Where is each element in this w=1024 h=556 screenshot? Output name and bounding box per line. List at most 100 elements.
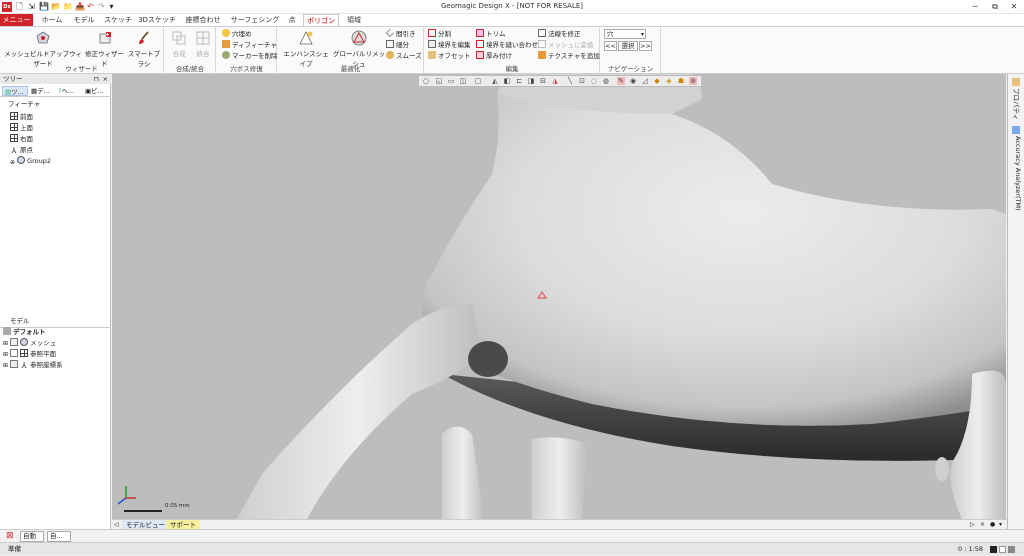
- rectangle-select-icon[interactable]: ⊡: [578, 77, 586, 85]
- tab-point[interactable]: 点: [284, 14, 300, 26]
- tab-help[interactable]: ?ヘ...: [56, 86, 82, 96]
- tree-item-ref-planes[interactable]: ⊞ 参照平面: [3, 349, 56, 360]
- decimate-button[interactable]: 間引き: [386, 29, 416, 39]
- tree-item-front[interactable]: 前面: [10, 112, 33, 122]
- tree-item-default[interactable]: デフォルト: [3, 327, 46, 337]
- stitch-boundaries-icon: [476, 40, 484, 48]
- tree-item-group2[interactable]: ⊕ Group2: [10, 156, 51, 166]
- polygon-select-icon[interactable]: ◍: [602, 77, 610, 85]
- mesh-lower-leg-left: [442, 426, 484, 519]
- extend-select-icon[interactable]: ◆: [653, 77, 661, 85]
- tab-properties[interactable]: プロパティ: [1012, 88, 1022, 120]
- edit-group: 分割 境界を編集 オフセット トリム 境界を縫い合わせ 厚み付け 法線を修正 メ…: [425, 27, 600, 74]
- merge-button[interactable]: 統合: [192, 30, 214, 58]
- tab-model[interactable]: モデル: [70, 14, 98, 26]
- view-gray-icon[interactable]: [1008, 546, 1015, 553]
- axis-triad-icon: [117, 486, 136, 505]
- tree-panel: ツリー ⊓ × ▤ツ... ▦デ... ?ヘ... ▣ビ... フィーチャ 前面…: [0, 74, 111, 529]
- split-button[interactable]: 分割: [428, 29, 451, 39]
- subdivide-button[interactable]: 細分: [386, 40, 409, 50]
- clipping-icon[interactable]: ⊏: [515, 77, 523, 85]
- model-viewport[interactable]: 0.05 mm: [112, 74, 1006, 519]
- tab-display[interactable]: ▦デ...: [29, 86, 55, 96]
- hole-repair-group-label: 穴ボス修復: [230, 65, 263, 73]
- select-through-icon[interactable]: ⊚: [689, 77, 697, 85]
- reference-icon[interactable]: ⊟: [539, 77, 547, 85]
- paint-select-icon[interactable]: ◉: [629, 77, 637, 85]
- display-mode-select[interactable]: 自...: [47, 531, 71, 542]
- checkbox-icon[interactable]: [10, 338, 19, 346]
- wizard-group: メッシュビルドアップウィザード 修正ウィザード スマートブラシ ウィザード: [0, 27, 164, 74]
- trim-button[interactable]: トリム: [476, 29, 506, 39]
- expand-icon[interactable]: ⊞: [3, 362, 8, 369]
- view-orientation-icon[interactable]: ○: [422, 77, 430, 85]
- merge-group-label: 合成/統合: [175, 65, 205, 73]
- tab-home[interactable]: ホーム: [38, 14, 66, 26]
- filter-icon[interactable]: ◈: [665, 77, 673, 85]
- restore-button[interactable]: ⧉: [985, 1, 1005, 13]
- tab-menu[interactable]: メニュー: [0, 14, 33, 26]
- tree-item-ref-csys[interactable]: ⊞ ⅄ 参照座標系: [3, 360, 63, 371]
- tab-region[interactable]: 領域: [342, 14, 366, 26]
- view-black-icon[interactable]: [990, 546, 997, 553]
- visibility-icon[interactable]: ☗: [677, 77, 685, 85]
- checkbox-icon[interactable]: [10, 349, 19, 357]
- next-button[interactable]: >>: [639, 41, 652, 51]
- tree-item-origin[interactable]: ⅄ 原点: [10, 145, 33, 155]
- selection-mode-select[interactable]: 自動: [20, 531, 44, 542]
- convert-to-mesh-button[interactable]: メッシュに変換: [538, 40, 594, 50]
- expand-icon[interactable]: ⊞: [3, 340, 8, 347]
- fill-holes-button[interactable]: 穴埋め: [222, 29, 252, 39]
- split-view-icon[interactable]: ◨: [527, 77, 535, 85]
- offset-button[interactable]: オフセット: [428, 51, 471, 61]
- tab-3d-sketch[interactable]: 3Dスケッチ: [138, 14, 176, 26]
- thicken-button[interactable]: 厚み付け: [476, 51, 512, 61]
- view-white-icon[interactable]: [999, 546, 1006, 553]
- tab-view[interactable]: ▣ビ...: [83, 86, 109, 96]
- view-cube-icon[interactable]: ◱: [435, 77, 443, 85]
- plane-icon: [10, 134, 18, 142]
- tab-sketch[interactable]: スケッチ: [102, 14, 134, 26]
- previous-button[interactable]: <<: [604, 41, 617, 51]
- tab-surfacing[interactable]: サーフェシング: [230, 14, 280, 26]
- render-mode-icon[interactable]: ◫: [459, 77, 467, 85]
- add-texture-button[interactable]: テクスチャを追加: [538, 51, 600, 61]
- navigation-type-select[interactable]: 穴 ▾: [604, 29, 646, 39]
- tree-item-mesh[interactable]: ⊞ メッシュ: [3, 338, 56, 349]
- edit-boundary-button[interactable]: 境界を編集: [428, 40, 471, 50]
- fix-normals-button[interactable]: 法線を修正: [538, 29, 581, 39]
- shading-icon[interactable]: ▢: [474, 77, 482, 85]
- minimize-button[interactable]: ─: [965, 1, 985, 13]
- close-icon[interactable]: ×: [103, 74, 108, 84]
- split-icon: [428, 29, 436, 37]
- selection-filter-icon[interactable]: ⊠: [6, 532, 15, 541]
- checkbox-icon[interactable]: [10, 360, 19, 368]
- chevron-down-icon: ▾: [640, 31, 644, 38]
- edit-boundary-icon: [428, 40, 436, 48]
- pin-icon[interactable]: ⊓: [94, 74, 99, 84]
- display-mode-icon[interactable]: ▭: [447, 77, 455, 85]
- brush-select-icon[interactable]: ✎: [617, 77, 625, 85]
- tree-item-right[interactable]: 右面: [10, 134, 33, 144]
- close-button[interactable]: ✕: [1004, 1, 1024, 13]
- mesh-select-icon[interactable]: ◮: [551, 77, 559, 85]
- trim-icon: [476, 29, 484, 37]
- section-icon[interactable]: ◧: [503, 77, 511, 85]
- line-select-icon[interactable]: ╲: [566, 77, 574, 85]
- defeature-button[interactable]: ディフィーチャ: [222, 40, 277, 50]
- remove-markers-button[interactable]: マーカーを削除: [222, 51, 278, 61]
- tree-item-top[interactable]: 上面: [10, 123, 33, 133]
- tab-alignment[interactable]: 座標合わせ: [181, 14, 225, 26]
- enhance-shape-icon: [299, 31, 313, 45]
- circle-select-icon[interactable]: ◌: [590, 77, 598, 85]
- mesh-display-icon[interactable]: ◭: [491, 77, 499, 85]
- select-button[interactable]: 選択: [618, 41, 638, 51]
- expand-icon[interactable]: ⊕: [10, 158, 15, 166]
- freeform-select-icon[interactable]: ◿: [641, 77, 649, 85]
- expand-icon[interactable]: ⊞: [3, 351, 8, 358]
- smooth-button[interactable]: スムーズ: [386, 51, 422, 61]
- stitch-boundaries-button[interactable]: 境界を縫い合わせ: [476, 40, 538, 50]
- tab-tree[interactable]: ▤ツ...: [2, 86, 28, 96]
- combine-button[interactable]: 合成: [168, 30, 190, 58]
- tab-accuracy-analyzer[interactable]: Accuracy Analyzer(TM): [1014, 136, 1022, 211]
